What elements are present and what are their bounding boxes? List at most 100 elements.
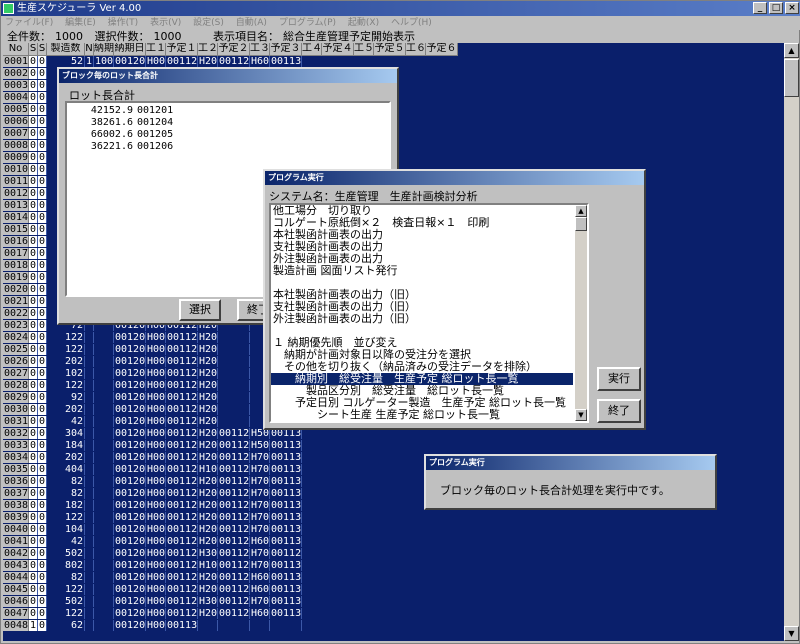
table-row[interactable]: 004600502001201H001001127H301001128H7020… [3,596,784,607]
column-header[interactable]: N [85,43,94,56]
table-cell: 202 [47,404,85,415]
lot-list-item[interactable]: 38261.6 001204 [81,117,389,129]
table-row[interactable]: 0001005211000001201H001001128H201001129H… [3,56,784,67]
scroll-thumb[interactable] [784,59,799,97]
table-cell: 0033 [3,440,29,451]
table-row[interactable]: 003300184001201H001001128H201001129H5010… [3,440,784,451]
table-row[interactable]: 00440082001201H001001128H201001129H60100… [3,572,784,583]
program-list-item[interactable]: 外注製函計画表の出力（旧） [271,313,573,325]
column-header[interactable]: 製造数 [47,43,85,56]
running-dialog-title[interactable]: プログラム実行 [426,456,715,470]
menu-view[interactable]: 表示(V) [150,18,181,28]
column-header[interactable]: 納期 [94,43,114,56]
table-cell: 001201 [115,344,146,355]
table-cell: H702 [251,512,270,523]
menu-operation[interactable]: 操作(T) [108,18,139,28]
list-scroll-thumb[interactable] [575,217,587,231]
lot-select-button[interactable]: 選択 [179,299,221,321]
table-cell: 001129 [271,548,302,559]
table-row[interactable]: 004000104001201H001001128H201001129H7020… [3,524,784,535]
column-header[interactable]: 工５ [354,43,374,56]
table-cell: 0 [38,188,47,199]
menu-launch[interactable]: 起動(X) [348,18,379,28]
menu-help[interactable]: ヘルプ(H) [391,18,432,28]
column-header[interactable]: 予定１ [166,43,198,56]
column-header[interactable]: 予定６ [426,43,458,56]
column-header[interactable]: 予定３ [270,43,302,56]
table-cell: H001 [147,56,166,67]
table-cell: 001128 [167,608,198,619]
program-list-item[interactable]: 製造計画 図面リスト発行 [271,265,573,277]
program-list-scrollbar[interactable]: ▲ ▼ [575,205,587,421]
program-list[interactable]: 他工場分 切り取り コルゲート原紙倒×２ 検査日報×１ 印刷 本社製函計画表の出力支… [269,203,589,423]
program-dialog-title[interactable]: プログラム実行 [265,171,644,185]
column-header[interactable]: 予定４ [322,43,354,56]
lot-dialog-title[interactable]: ブロック毎のロット長合計 [59,69,397,83]
system-name: 生産管理 生産計画検討分析 [334,190,478,203]
table-cell: 0 [29,596,38,607]
table-row[interactable]: 00481062 001201H001001130 [3,620,784,631]
lot-list-item[interactable]: 36221.6 001206 [81,141,389,153]
table-cell [270,620,302,631]
program-list-item[interactable]: シート生産 生産予定 総ロット長一覧 [271,409,573,421]
table-cell: H702 [251,524,270,535]
table-cell: 0 [29,572,38,583]
table-cell: 001201 [115,380,146,391]
table-cell: 001201 [115,356,146,367]
table-cell: 0 [29,380,38,391]
run-button[interactable]: 実行 [597,367,641,391]
column-header[interactable]: 工１ [146,43,166,56]
menu-file[interactable]: ファイル(F) [5,18,53,28]
table-row[interactable]: 00410042001201H001001128H201001129H60100… [3,536,784,547]
app-icon [3,3,14,14]
scroll-up-icon[interactable]: ▲ [784,43,799,58]
table-cell: H001 [147,500,166,511]
column-header[interactable]: S [38,43,47,56]
column-header[interactable]: No [3,43,29,56]
list-scroll-up-icon[interactable]: ▲ [575,205,587,217]
column-header[interactable]: S [29,43,38,56]
scroll-down-icon[interactable]: ▼ [784,626,799,641]
column-header[interactable]: 納期日 [114,43,146,56]
column-header[interactable]: 工４ [302,43,322,56]
menu-auto[interactable]: 自動(A) [236,18,267,28]
table-cell: H601 [251,608,270,619]
column-header[interactable]: 予定２ [218,43,250,56]
table-cell: 0 [38,356,47,367]
column-header[interactable]: 工２ [198,43,218,56]
table-row[interactable]: 004700122001201H001001128H201001129H6010… [3,608,784,619]
table-cell: 0 [29,608,38,619]
table-cell: 0013 [3,200,29,211]
maximize-button[interactable]: □ [769,2,783,14]
table-row[interactable]: 004200502001201H001001124H301001125H7020… [3,548,784,559]
column-header[interactable]: 予定５ [374,43,406,56]
table-cell: H702 [251,560,270,571]
table-row[interactable]: 004500122001201H001001128H201001129H6010… [3,584,784,595]
menu-edit[interactable]: 編集(E) [65,18,96,28]
vertical-scrollbar[interactable]: ▲ ▼ [784,43,799,641]
title-bar[interactable]: 生産スケジューラ Ver 4.00 _ □ × [1,1,800,16]
table-cell: 001127 [167,596,198,607]
table-cell: H001 [147,356,166,367]
table-row[interactable]: 004300802001201H001001127H101001128H7020… [3,560,784,571]
table-cell [94,404,114,415]
table-cell: 0 [38,212,47,223]
table-row[interactable]: 003900122001201H001001128H201001129H7020… [3,512,784,523]
table-cell: H201 [199,512,218,523]
table-cell: 304 [47,428,85,439]
table-cell: 0 [29,272,38,283]
close-button[interactable]: × [785,2,799,14]
column-header[interactable]: 工３ [250,43,270,56]
table-cell: 0 [38,392,47,403]
lot-list-item[interactable]: 66002.6 001205 [81,129,389,141]
table-cell: 0 [38,344,47,355]
menu-settings[interactable]: 設定(S) [193,18,224,28]
program-end-button[interactable]: 終了 [597,399,641,423]
menu-program[interactable]: プログラム(P) [279,18,336,28]
column-header[interactable]: 工６ [406,43,426,56]
table-cell: 001129 [219,476,250,487]
lot-list-item[interactable]: 42152.9 001201 [81,105,389,117]
minimize-button[interactable]: _ [753,2,767,14]
list-scroll-down-icon[interactable]: ▼ [575,409,587,421]
table-cell: H201 [199,404,218,415]
